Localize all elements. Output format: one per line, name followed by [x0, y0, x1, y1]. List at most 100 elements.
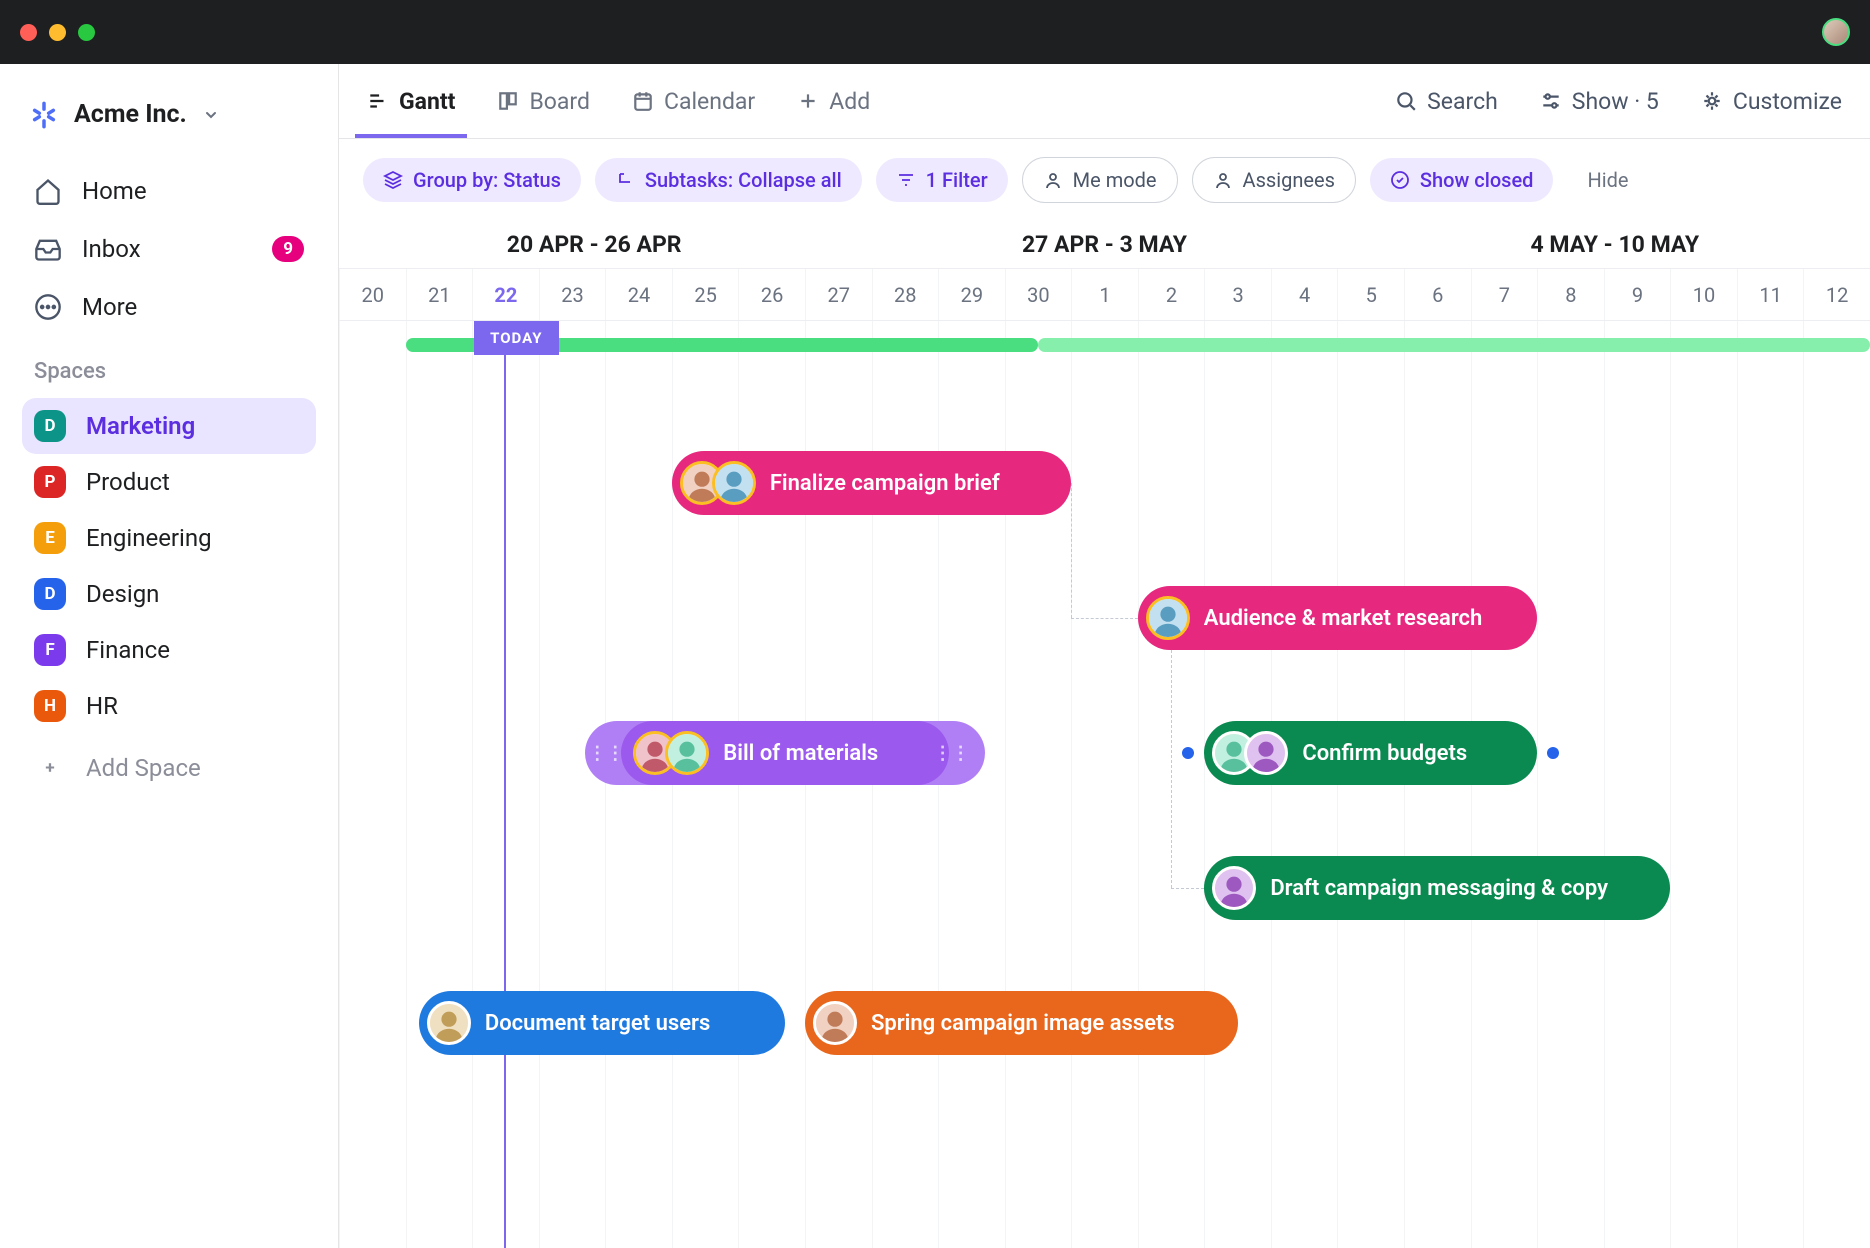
- add-space-button[interactable]: + Add Space: [22, 740, 316, 796]
- gantt-timeline[interactable]: Finalize campaign brief Audience & market…: [339, 321, 1870, 1248]
- window-controls: [20, 24, 95, 41]
- assignee-avatars: [813, 1001, 857, 1045]
- assignee-avatars: [1212, 866, 1256, 910]
- nav-label: Inbox: [82, 235, 141, 263]
- assignee-avatars: [427, 1001, 471, 1045]
- board-icon: [497, 90, 519, 112]
- avatar: [1212, 866, 1256, 910]
- toolbar-sliders[interactable]: Show · 5: [1536, 66, 1663, 137]
- filter-chip[interactable]: 1 Filter: [876, 158, 1008, 202]
- sidebar-space-design[interactable]: D Design: [22, 566, 316, 622]
- gantt-task[interactable]: Confirm budgets: [1204, 721, 1537, 785]
- gantt-task[interactable]: Spring campaign image assets: [805, 991, 1238, 1055]
- hide-chip[interactable]: Hide: [1567, 158, 1648, 202]
- task-label: Bill of materials: [723, 741, 878, 766]
- day-cell: 8: [1537, 269, 1604, 320]
- sidebar-space-product[interactable]: P Product: [22, 454, 316, 510]
- day-cell: 28: [872, 269, 939, 320]
- space-badge: D: [34, 578, 66, 610]
- assignee-avatars: [633, 731, 709, 775]
- add-space-label: Add Space: [86, 754, 201, 782]
- week-label: 27 APR - 3 MAY: [849, 221, 1359, 268]
- titlebar: [0, 0, 1870, 64]
- space-label: Marketing: [86, 412, 195, 440]
- workspace-name: Acme Inc.: [74, 100, 187, 129]
- gear-icon: [1701, 90, 1723, 112]
- task-label: Confirm budgets: [1302, 741, 1467, 766]
- day-cell: 20: [339, 269, 406, 320]
- day-cell: 6: [1404, 269, 1471, 320]
- minimize-window[interactable]: [49, 24, 66, 41]
- person-icon: [1213, 170, 1233, 190]
- drag-handle-icon[interactable]: ⋮⋮: [593, 721, 619, 785]
- day-cell: 21: [406, 269, 473, 320]
- assignee-avatars: [1212, 731, 1288, 775]
- inbox-badge: 9: [272, 236, 304, 262]
- space-label: Finance: [86, 636, 170, 664]
- plus-icon: +: [34, 752, 66, 784]
- task-label: Audience & market research: [1204, 606, 1483, 631]
- drag-handle-icon[interactable]: ⋮⋮: [939, 721, 965, 785]
- day-cell: 2: [1138, 269, 1205, 320]
- gantt-task[interactable]: Document target users: [419, 991, 785, 1055]
- nav-home[interactable]: Home: [22, 165, 316, 217]
- user-avatar[interactable]: [1822, 18, 1850, 46]
- sidebar-space-engineering[interactable]: EEngineering: [22, 510, 316, 566]
- day-cell: 4: [1271, 269, 1338, 320]
- tab-add[interactable]: Add: [793, 66, 874, 137]
- day-cell: 7: [1471, 269, 1538, 320]
- nav-label: More: [82, 293, 137, 321]
- more-icon: [34, 293, 62, 321]
- nav-inbox[interactable]: Inbox 9: [22, 223, 316, 275]
- gantt-task[interactable]: Draft campaign messaging & copy: [1204, 856, 1670, 920]
- day-cell: 30: [1005, 269, 1072, 320]
- nav-more[interactable]: More: [22, 281, 316, 333]
- gantt-task[interactable]: ⋮⋮ Bill of materials ⋮⋮: [585, 721, 984, 785]
- progress-bar: [1038, 338, 1870, 352]
- sidebar-space-hr[interactable]: HHR: [22, 678, 316, 734]
- space-badge: P: [34, 466, 66, 498]
- day-cell: 12: [1803, 269, 1870, 320]
- gantt-task[interactable]: Finalize campaign brief: [672, 451, 1071, 515]
- day-cell: 1: [1071, 269, 1138, 320]
- task-label: Finalize campaign brief: [770, 471, 1000, 496]
- today-badge: TODAY: [474, 321, 558, 355]
- day-cell: 9: [1604, 269, 1671, 320]
- filter-icon: [896, 170, 916, 190]
- toolbar-gear[interactable]: Customize: [1697, 66, 1846, 137]
- gantt-view: 20 APR - 26 APR27 APR - 3 MAY4 MAY - 10 …: [339, 221, 1870, 1248]
- avatar: [665, 731, 709, 775]
- space-label: Design: [86, 580, 159, 608]
- space-label: Product: [86, 468, 170, 496]
- sidebar-space-finance[interactable]: F Finance: [22, 622, 316, 678]
- maximize-window[interactable]: [78, 24, 95, 41]
- day-cell: 29: [938, 269, 1005, 320]
- workspace-switcher[interactable]: Acme Inc.: [22, 88, 316, 141]
- nav-label: Home: [82, 177, 147, 205]
- avatar: [1244, 731, 1288, 775]
- tab-board[interactable]: Board: [493, 66, 594, 137]
- subtasks-chip[interactable]: Subtasks: Collapse all: [595, 158, 862, 202]
- assignees-chip[interactable]: Assignees: [1192, 157, 1356, 203]
- tab-calendar[interactable]: Calendar: [628, 66, 759, 137]
- sidebar: Acme Inc. Home Inbox 9 More Spaces DMark…: [0, 64, 339, 1248]
- avatar: [1146, 596, 1190, 640]
- tab-gantt[interactable]: Gantt: [363, 66, 459, 137]
- gantt-task[interactable]: Audience & market research: [1138, 586, 1537, 650]
- filter-bar: Group by: Status Subtasks: Collapse all …: [339, 139, 1870, 221]
- avatar: [427, 1001, 471, 1045]
- task-label: Draft campaign messaging & copy: [1270, 876, 1608, 901]
- day-cell: 25: [672, 269, 739, 320]
- space-badge: F: [34, 634, 66, 666]
- close-window[interactable]: [20, 24, 37, 41]
- view-tabs: Gantt Board Calendar Add Search Show · 5 Cust…: [339, 64, 1870, 139]
- logo-icon: [30, 101, 58, 129]
- show-closed-chip[interactable]: Show closed: [1370, 158, 1554, 202]
- sidebar-space-marketing[interactable]: DMarketing: [22, 398, 316, 454]
- toolbar-search[interactable]: Search: [1391, 66, 1502, 137]
- today-line: [504, 321, 506, 1248]
- calendar-icon: [632, 90, 654, 112]
- me-mode-chip[interactable]: Me mode: [1022, 157, 1178, 203]
- group-by-chip[interactable]: Group by: Status: [363, 158, 581, 202]
- sliders-icon: [1540, 90, 1562, 112]
